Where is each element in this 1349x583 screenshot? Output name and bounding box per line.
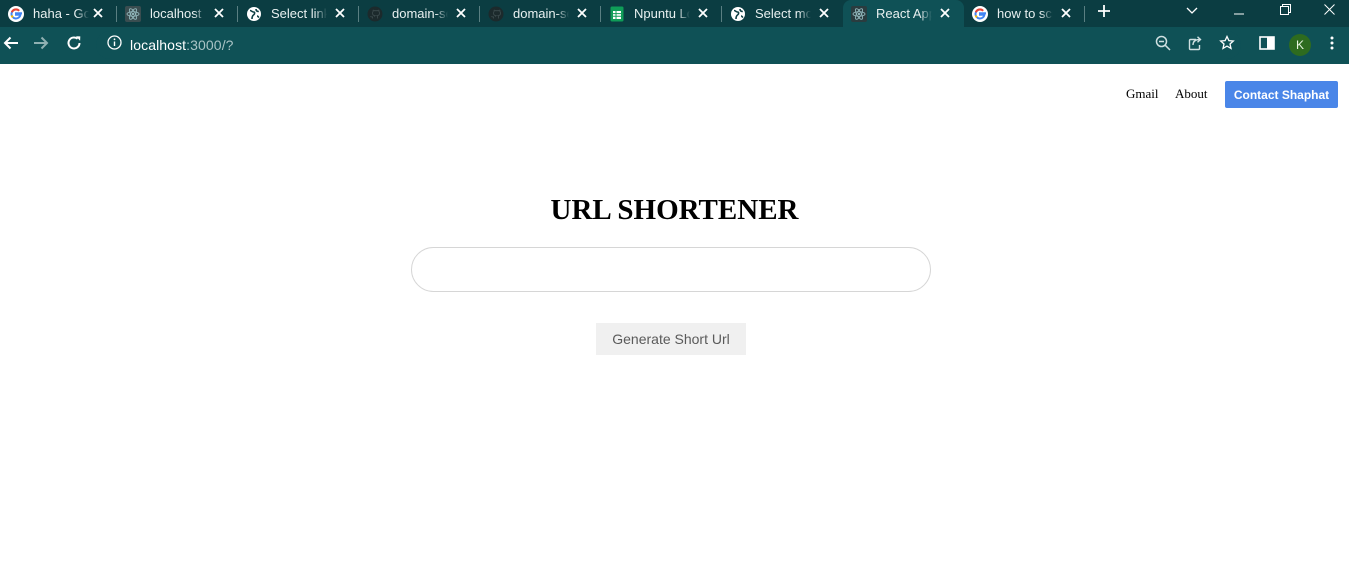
react-icon (851, 5, 867, 22)
more-vert-icon (1330, 36, 1334, 55)
tab-npuntu[interactable]: Npuntu Lo (601, 0, 722, 27)
tab-title: domain-se (392, 6, 448, 21)
globe-icon (246, 6, 262, 22)
google-icon (8, 5, 24, 22)
star-icon (1219, 34, 1235, 56)
url-host: localhost (130, 37, 187, 53)
arrow-left-icon (3, 36, 19, 55)
tab-how-to-scr[interactable]: how to scr (964, 0, 1085, 27)
tab-search-button[interactable] (1172, 0, 1212, 22)
restore-icon (1279, 2, 1291, 20)
tab-title: haha - Google Search (33, 6, 89, 21)
bookmark-button[interactable] (1214, 33, 1240, 57)
tab-title: Select link (271, 6, 327, 21)
tab-localhost[interactable]: localhost (117, 0, 238, 27)
url-path: :3000/? (186, 37, 234, 53)
site-info-button[interactable] (101, 33, 127, 57)
react-icon (125, 5, 141, 22)
minimize-button[interactable] (1219, 0, 1259, 22)
tab-select-mob[interactable]: Select mob (722, 0, 843, 27)
profile-avatar[interactable]: K (1289, 34, 1311, 56)
close-window-button[interactable] (1309, 0, 1349, 22)
reload-button[interactable] (61, 33, 87, 57)
info-icon (106, 35, 122, 55)
page-title: URL SHORTENER (550, 194, 799, 226)
side-panel-icon (1259, 35, 1275, 55)
browser-menu-button[interactable] (1319, 33, 1345, 57)
github-icon (367, 6, 383, 22)
sheets-icon (609, 6, 625, 22)
tab-strip: haha - Google Search localhost Select li… (0, 0, 1349, 27)
tab-select-link[interactable]: Select link (238, 0, 359, 27)
url-input[interactable] (411, 247, 931, 292)
tab-haha-google[interactable]: haha - Google Search (0, 0, 117, 27)
address-url[interactable]: localhost:3000/? (130, 37, 234, 53)
close-icon[interactable] (817, 6, 831, 20)
tab-title: Select mob (755, 6, 811, 21)
globe-icon (730, 6, 746, 22)
page-content: Gmail About Contact Shaphat URL SHORTENE… (0, 64, 1349, 583)
close-icon[interactable] (575, 6, 589, 20)
arrow-right-icon (33, 36, 49, 55)
restore-button[interactable] (1265, 0, 1305, 22)
zoom-button[interactable] (1150, 33, 1176, 57)
forward-button[interactable] (28, 33, 54, 57)
tab-title: Npuntu Lo (634, 6, 690, 21)
tab-title: localhost (150, 6, 202, 21)
tab-title: domain-se (513, 6, 569, 21)
tab-domain-se-2[interactable]: domain-se (480, 0, 601, 27)
new-tab-button[interactable] (1089, 0, 1119, 27)
browser-toolbar: localhost:3000/? (0, 27, 1349, 64)
address-bar[interactable] (96, 31, 1241, 59)
close-icon (1323, 2, 1335, 20)
share-button[interactable] (1182, 33, 1208, 57)
reload-icon (66, 35, 82, 56)
contact-button[interactable]: Contact Shaphat (1225, 81, 1338, 108)
close-icon[interactable] (454, 6, 468, 20)
plus-icon (1097, 4, 1111, 23)
nav-gmail-link[interactable]: Gmail (1126, 86, 1159, 102)
close-icon[interactable] (1059, 6, 1073, 20)
github-icon (488, 6, 504, 22)
zoom-out-icon (1155, 35, 1171, 56)
side-panel-button[interactable] (1254, 33, 1280, 57)
close-icon[interactable] (91, 6, 105, 20)
generate-short-url-button[interactable]: Generate Short Url (596, 323, 746, 355)
tab-title: how to scr (997, 6, 1053, 21)
close-icon[interactable] (212, 6, 226, 20)
minimize-icon (1234, 2, 1244, 20)
google-icon (972, 5, 988, 22)
close-icon[interactable] (696, 6, 710, 20)
chevron-down-icon (1186, 2, 1198, 20)
tab-title: React App (876, 6, 932, 21)
back-button[interactable] (0, 33, 24, 57)
tab-domain-se-1[interactable]: domain-se (359, 0, 480, 27)
share-icon (1187, 35, 1203, 56)
nav-about-link[interactable]: About (1175, 86, 1208, 102)
close-icon[interactable] (938, 6, 952, 20)
close-icon[interactable] (333, 6, 347, 20)
tab-react-app[interactable]: React App (843, 0, 964, 27)
